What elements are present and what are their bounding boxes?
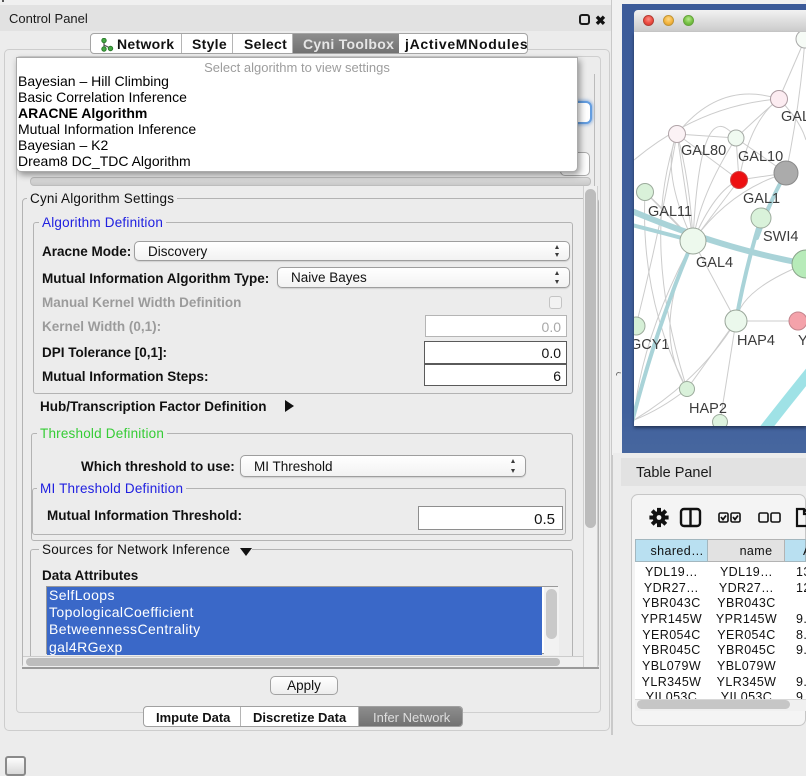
svg-text:Y: Y <box>798 333 806 349</box>
svg-text:HAP2: HAP2 <box>689 401 727 417</box>
svg-text:HAP4: HAP4 <box>737 333 775 349</box>
svg-text:GAL10: GAL10 <box>738 149 783 165</box>
svg-text:GAL1: GAL1 <box>743 191 780 207</box>
svg-text:GAL4: GAL4 <box>696 255 733 271</box>
svg-text:SWI4: SWI4 <box>763 229 798 245</box>
svg-text:GCY1: GCY1 <box>634 337 670 353</box>
svg-text:GAL80: GAL80 <box>681 143 726 159</box>
svg-text:GAL11: GAL11 <box>648 204 692 220</box>
svg-text:GAL7: GAL7 <box>781 109 806 125</box>
